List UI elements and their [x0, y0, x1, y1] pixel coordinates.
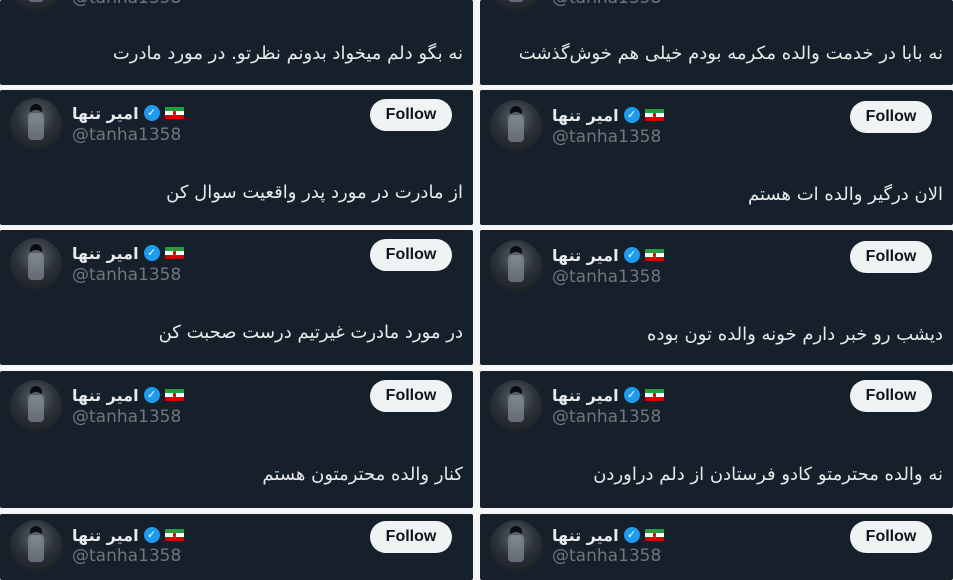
tweet-card[interactable]: @tanha1358 نه بگو دلم میخواد بدونم نظرتو… [0, 0, 473, 85]
user-handle[interactable]: @tanha1358 [72, 546, 181, 566]
verified-badge-icon: ✓ [623, 247, 640, 263]
user-name-row: ✓ امیر تنها [72, 384, 184, 406]
user-name[interactable]: امیر تنها [552, 106, 619, 125]
user-name-row: ✓ امیر تنها [552, 244, 664, 266]
verified-badge-icon: ✓ [623, 527, 640, 543]
verified-badge-icon: ✓ [623, 107, 640, 123]
follow-button[interactable]: Follow [850, 241, 932, 273]
tweet-text: کنار والده محترمتون هستم [262, 464, 463, 485]
user-handle: @tanha1358 [72, 0, 181, 8]
user-name[interactable]: امیر تنها [552, 526, 619, 545]
follow-button[interactable]: Follow [850, 101, 932, 133]
verified-badge-icon: ✓ [143, 245, 160, 261]
user-handle[interactable]: @tanha1358 [552, 407, 661, 427]
tweet-card[interactable]: ✓ امیر تنها @tanha1358 Follow در مورد ما… [0, 230, 473, 365]
avatar[interactable] [10, 380, 62, 432]
verified-badge-icon: ✓ [623, 387, 640, 403]
user-name[interactable]: امیر تنها [72, 244, 139, 263]
tweet-card[interactable]: ✓ امیر تنها @tanha1358 Follow دیشب رو خب… [480, 230, 953, 365]
tweet-card[interactable]: ✓ امیر تنها @tanha1358 Follow نه والده م… [480, 371, 953, 508]
tweet-card[interactable]: ✓ امیر تنها @tanha1358 Follow کنار والده… [0, 371, 473, 508]
tweet-card[interactable]: ✓ امیر تنها @tanha1358 Follow [0, 514, 473, 580]
user-handle: @tanha1358 [552, 0, 661, 8]
user-name-row: ✓ امیر تنها [552, 524, 664, 546]
user-name-row: ✓ امیر تنها [72, 242, 184, 264]
user-name[interactable]: امیر تنها [72, 526, 139, 545]
user-handle[interactable]: @tanha1358 [552, 546, 661, 566]
iran-flag-icon [164, 247, 184, 259]
tweet-card[interactable]: ✓ امیر تنها @tanha1358 Follow [480, 514, 953, 580]
tweet-card[interactable]: @tanha1358 نه بابا در خدمت والده مکرمه ب… [480, 0, 953, 85]
avatar[interactable] [490, 520, 542, 572]
follow-button[interactable]: Follow [370, 380, 452, 412]
user-handle[interactable]: @tanha1358 [552, 127, 661, 147]
avatar[interactable] [10, 0, 62, 12]
user-name-row: ✓ امیر تنها [72, 524, 184, 546]
iran-flag-icon [644, 529, 664, 541]
avatar[interactable] [10, 520, 62, 572]
iran-flag-icon [644, 249, 664, 261]
iran-flag-icon [164, 389, 184, 401]
follow-button[interactable]: Follow [370, 239, 452, 271]
iran-flag-icon [644, 109, 664, 121]
tweet-text: از مادرت در مورد پدر واقعیت سوال کن [166, 182, 463, 203]
user-handle[interactable]: @tanha1358 [552, 267, 661, 287]
user-handle[interactable]: @tanha1358 [72, 125, 181, 145]
user-name-row: ✓ امیر تنها [552, 104, 664, 126]
tweet-text: الان درگیر والده ات هستم [748, 184, 943, 205]
verified-badge-icon: ✓ [143, 527, 160, 543]
user-name[interactable]: امیر تنها [72, 104, 139, 123]
tweet-text: در مورد مادرت غیرتیم درست صحبت کن [158, 322, 463, 343]
iran-flag-icon [164, 107, 184, 119]
avatar[interactable] [490, 380, 542, 432]
user-name[interactable]: امیر تنها [72, 386, 139, 405]
user-name-row: ✓ امیر تنها [552, 384, 664, 406]
follow-button[interactable]: Follow [850, 380, 932, 412]
tweet-text: نه والده محترمتو کادو فرستادن از دلم درا… [593, 464, 943, 485]
iran-flag-icon [644, 389, 664, 401]
tweet-text: نه بابا در خدمت والده مکرمه بودم خیلی هم… [518, 43, 943, 64]
user-name[interactable]: امیر تنها [552, 386, 619, 405]
user-name-row: ✓ امیر تنها [72, 102, 184, 124]
avatar[interactable] [10, 238, 62, 290]
tweet-text: دیشب رو خبر دارم خونه والده تون بوده [647, 324, 943, 345]
tweet-card[interactable]: ✓ امیر تنها @tanha1358 Follow از مادرت د… [0, 90, 473, 225]
verified-badge-icon: ✓ [143, 105, 160, 121]
tweet-card[interactable]: ✓ امیر تنها @tanha1358 Follow الان درگیر… [480, 90, 953, 225]
user-handle[interactable]: @tanha1358 [72, 265, 181, 285]
avatar[interactable] [490, 100, 542, 152]
user-handle[interactable]: @tanha1358 [72, 407, 181, 427]
user-name[interactable]: امیر تنها [552, 246, 619, 265]
follow-button[interactable]: Follow [370, 521, 452, 553]
avatar[interactable] [10, 98, 62, 150]
verified-badge-icon: ✓ [143, 387, 160, 403]
follow-button[interactable]: Follow [370, 99, 452, 131]
avatar[interactable] [490, 240, 542, 292]
tweet-text: نه بگو دلم میخواد بدونم نظرتو. در مورد م… [112, 43, 463, 64]
avatar[interactable] [490, 0, 542, 12]
iran-flag-icon [164, 529, 184, 541]
follow-button[interactable]: Follow [850, 521, 932, 553]
